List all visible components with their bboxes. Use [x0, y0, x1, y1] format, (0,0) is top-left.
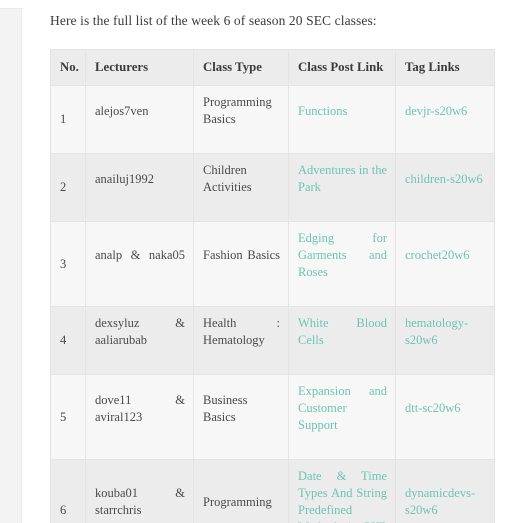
table-header-row: No. Lecturers Class Type Class Post Link…	[50, 49, 495, 86]
tag-link[interactable]: dynamicdevs-s20w6	[405, 485, 486, 523]
table-row: 4 dexsyluz & aaliarubab Health : Hematol…	[50, 306, 495, 375]
cell-class-post-link: Adventures in the Park	[288, 153, 396, 222]
cell-no: 1	[50, 85, 86, 154]
cell-lecturers: dexsyluz & aaliarubab	[85, 306, 194, 375]
cell-class-type: Children Activities	[193, 153, 289, 222]
cell-lecturers: anailuj1992	[85, 153, 194, 222]
cell-lecturers: alejos7ven	[85, 85, 194, 154]
cell-class-type: Business Basics	[193, 374, 289, 460]
cell-class-post-link: Functions	[288, 85, 396, 154]
table-row: 5 dove11 & aviral123 Business Basics Exp…	[50, 374, 495, 460]
lecturers-text: analp & naka05	[95, 248, 185, 262]
class-type-text: Programming Basics	[203, 95, 272, 126]
class-post-link[interactable]: Functions	[298, 103, 387, 137]
intro-paragraph: Here is the full list of the week 6 of s…	[50, 13, 377, 28]
cell-tag-link: devjr-s20w6	[395, 85, 495, 154]
table-body: 1 alejos7ven Programming Basics Function…	[50, 85, 495, 523]
table-row: 6 kouba01 & starrchris Programming Date …	[50, 459, 495, 523]
class-post-link[interactable]: Date & Time Types And String Predefined …	[298, 468, 387, 523]
class-post-link[interactable]: Edging for Garments and Roses	[298, 230, 387, 298]
class-type-text: Business Basics	[203, 392, 248, 424]
tag-link[interactable]: hematology-s20w6	[405, 315, 486, 366]
lecturers-text: dexsyluz & aaliarubab	[95, 316, 185, 347]
class-type-text: Fashion Basics	[203, 248, 280, 262]
column-header-tag-links: Tag Links	[395, 49, 495, 86]
cell-tag-link: dynamicdevs-s20w6	[395, 459, 495, 523]
tag-link[interactable]: dtt-sc20w6	[405, 400, 486, 434]
page-root: Here is the full list of the week 6 of s…	[0, 0, 513, 523]
sec-classes-table-wrapper: No. Lecturers Class Type Class Post Link…	[50, 49, 495, 523]
cell-tag-link: hematology-s20w6	[395, 306, 495, 375]
cell-no: 5	[50, 374, 86, 460]
tag-link[interactable]: children-s20w6	[405, 171, 486, 205]
column-header-class-post-link: Class Post Link	[288, 49, 396, 86]
class-post-link[interactable]: White Blood Cells	[298, 315, 387, 366]
column-header-lecturers: Lecturers	[85, 49, 194, 86]
cell-class-post-link: White Blood Cells	[288, 306, 396, 375]
cell-lecturers: kouba01 & starrchris	[85, 459, 194, 523]
class-type-text: Health : Hematology	[203, 316, 280, 347]
cell-lecturers: dove11 & aviral123	[85, 374, 194, 460]
cell-tag-link: crochet20w6	[395, 221, 495, 307]
table-row: 2 anailuj1992 Children Activities Advent…	[50, 153, 495, 222]
cell-class-post-link: Date & Time Types And String Predefined …	[288, 459, 396, 523]
cell-lecturers: analp & naka05	[85, 221, 194, 307]
table-row: 3 analp & naka05 Fashion Basics Edging f…	[50, 221, 495, 307]
tag-link[interactable]: crochet20w6	[405, 247, 486, 281]
cell-class-type: Fashion Basics	[193, 221, 289, 307]
tag-link[interactable]: devjr-s20w6	[405, 103, 486, 137]
table-head: No. Lecturers Class Type Class Post Link…	[50, 49, 495, 86]
cell-class-type: Programming Basics	[193, 85, 289, 154]
lecturers-text: dove11 & aviral123	[95, 392, 185, 424]
page-left-gutter	[0, 0, 22, 523]
cell-tag-link: dtt-sc20w6	[395, 374, 495, 460]
column-header-no: No.	[50, 49, 86, 86]
cell-class-post-link: Expansion and Customer Support	[288, 374, 396, 460]
cell-tag-link: children-s20w6	[395, 153, 495, 222]
lecturers-text: alejos7ven	[95, 103, 149, 118]
cell-no: 3	[50, 221, 86, 307]
cell-class-type: Health : Hematology	[193, 306, 289, 375]
class-post-link[interactable]: Adventures in the Park	[298, 162, 387, 213]
column-header-class-type: Class Type	[193, 49, 289, 86]
cell-class-type: Programming	[193, 459, 289, 523]
class-type-text: Children Activities	[203, 163, 252, 194]
class-post-link[interactable]: Expansion and Customer Support	[298, 383, 387, 451]
page-content: Here is the full list of the week 6 of s…	[23, 0, 513, 523]
lecturers-text: anailuj1992	[95, 171, 155, 186]
lecturers-text: kouba01 & starrchris	[95, 486, 185, 517]
cell-no: 4	[50, 306, 86, 375]
cell-no: 2	[50, 153, 86, 222]
table-row: 1 alejos7ven Programming Basics Function…	[50, 85, 495, 154]
cell-class-post-link: Edging for Garments and Roses	[288, 221, 396, 307]
sec-classes-table: No. Lecturers Class Type Class Post Link…	[50, 49, 495, 523]
cell-no: 6	[50, 459, 86, 523]
class-type-text: Programming	[203, 494, 272, 509]
